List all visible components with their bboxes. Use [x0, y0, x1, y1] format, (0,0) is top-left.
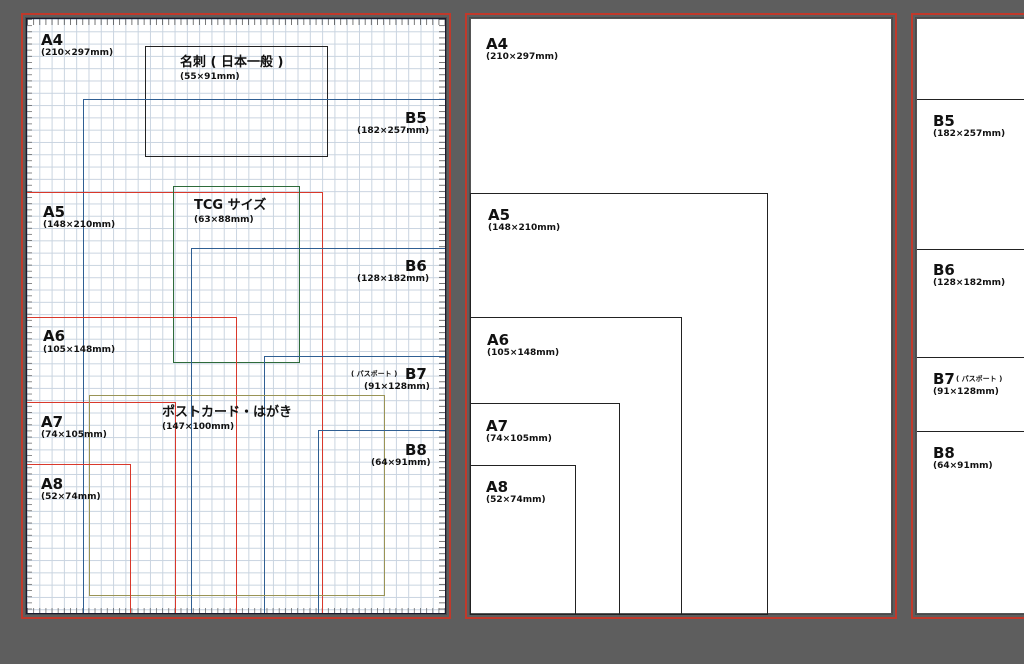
b7-size: (91×128mm)	[933, 387, 999, 397]
tcg-label: TCG サイズ	[194, 198, 267, 213]
b6-edge	[917, 249, 1024, 250]
a7-size: (74×105mm)	[41, 430, 107, 440]
b8-size: (64×91mm)	[933, 461, 993, 471]
b7-edge	[917, 357, 1024, 358]
artboard-combined[interactable]: A4 (210×297mm) 名刺 ( 日本一般 ) (55×91mm) B5 …	[21, 13, 451, 619]
b5-label: B5	[405, 109, 427, 127]
artboard-b-series[interactable]: B5 (182×257mm) B6 (128×182mm) B7 ( パスポート…	[911, 13, 1024, 619]
a6-size: (105×148mm)	[43, 345, 116, 355]
b7-note: ( パスポート )	[956, 375, 1003, 383]
b8-label: B8	[405, 441, 427, 459]
a7-size: (74×105mm)	[486, 434, 552, 444]
a5-label: A5	[43, 203, 66, 221]
b7-label: B7	[933, 370, 955, 388]
b6-label: B6	[405, 257, 427, 275]
a5-size: (148×210mm)	[43, 220, 116, 230]
b6-size: (128×182mm)	[357, 274, 430, 284]
a8-label: A8	[41, 475, 64, 493]
b6-label: B6	[933, 261, 955, 279]
a4-label: A4	[486, 35, 509, 53]
tcg-size: (63×88mm)	[194, 215, 254, 225]
meishi-size: (55×91mm)	[180, 72, 240, 82]
b5-edge	[917, 99, 1024, 100]
b5-label: B5	[933, 112, 955, 130]
a6-label: A6	[43, 327, 66, 345]
postcard-label: ポストカード・はがき	[162, 405, 293, 420]
b8-label: B8	[933, 444, 955, 462]
a6-size: (105×148mm)	[487, 348, 560, 358]
artboard-a-series[interactable]: A4 (210×297mm) A5 (148×210mm) A6 (105×14…	[465, 13, 897, 619]
postcard-size: (147×100mm)	[162, 422, 235, 432]
a7-label: A7	[41, 413, 64, 431]
meishi-label: 名刺 ( 日本一般 )	[180, 55, 284, 70]
b5-size: (182×257mm)	[357, 126, 430, 136]
a8-label: A8	[486, 478, 509, 496]
a5-size: (148×210mm)	[488, 223, 561, 233]
a7-label: A7	[486, 417, 509, 435]
b8-edge	[917, 431, 1024, 432]
a6-label: A6	[487, 331, 510, 349]
a4-label: A4	[41, 31, 64, 49]
b7-label: B7	[405, 365, 427, 383]
a4-size: (210×297mm)	[486, 52, 559, 62]
a8-size: (52×74mm)	[486, 495, 546, 505]
b7-note: ( パスポート )	[351, 370, 398, 378]
a5-label: A5	[488, 206, 511, 224]
a8-size: (52×74mm)	[41, 492, 101, 502]
ruler-top	[27, 19, 445, 25]
b8-size: (64×91mm)	[371, 458, 431, 468]
b5-size: (182×257mm)	[933, 129, 1006, 139]
b6-size: (128×182mm)	[933, 278, 1006, 288]
b7-size: (91×128mm)	[364, 382, 430, 392]
a4-size: (210×297mm)	[41, 48, 114, 58]
